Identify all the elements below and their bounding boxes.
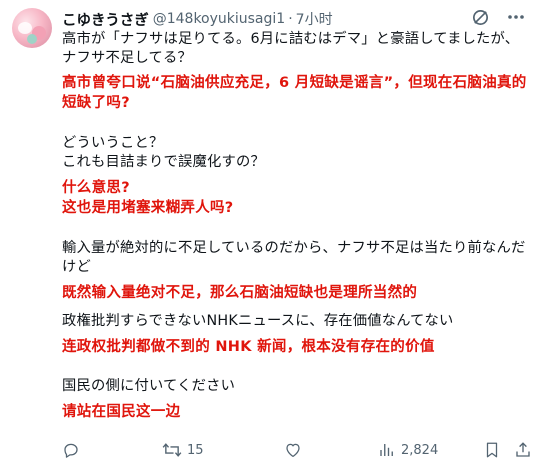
- bookmark-icon: [486, 442, 498, 458]
- reply-icon: [64, 443, 78, 458]
- jp-text: 国民の側に付いてください: [62, 378, 236, 394]
- views-icon: [380, 444, 393, 456]
- paragraph-2: どういうこと？ これも目詰まりで誤魔化すの？ 什么意思? 这也是用堵塞来糊弄人吗…: [62, 134, 527, 218]
- heart-icon: [286, 443, 300, 458]
- views-count: 2,824: [401, 442, 439, 458]
- handle[interactable]: @148koyukiusagi1: [153, 11, 285, 27]
- avatar[interactable]: [12, 8, 52, 48]
- jp-text: これも目詰まりで誤魔化すの？: [62, 154, 265, 170]
- translation-text: 请站在国民这一边: [62, 404, 181, 420]
- views-button[interactable]: 2,824: [378, 441, 438, 459]
- repost-icon: [162, 443, 182, 457]
- repost-count: 15: [187, 442, 204, 458]
- paragraph-5: 国民の側に付いてください 请站在国民这一边: [62, 377, 527, 422]
- repost-button[interactable]: 15: [162, 441, 204, 459]
- jp-text: 高市が「ナフサは足りてる。6月に詰むはデマ」と豪語してましたが、ナフサ不足してる…: [62, 31, 520, 66]
- tweet: こゆきうさぎ @148koyukiusagi1 · 7小时 高市が「ナフサは足り…: [0, 0, 541, 466]
- display-name[interactable]: こゆきうさぎ: [62, 9, 149, 30]
- translation-text: 高市曾夸口说“石脑油供应充足，6 月短缺是谣言”，但现在石脑油真的短缺了吗?: [62, 75, 527, 111]
- bookmark-button[interactable]: [484, 441, 500, 459]
- separator-dot: ·: [288, 11, 293, 27]
- timestamp[interactable]: 7小时: [296, 9, 333, 29]
- action-bar: 15 2,824: [62, 440, 532, 460]
- grok-icon[interactable]: [469, 6, 491, 28]
- like-button[interactable]: [284, 441, 307, 459]
- translation-text: 什么意思?: [62, 180, 130, 196]
- translation-text: 连政权批判都做不到的 NHK 新闻，根本没有存在的价值: [62, 339, 435, 355]
- share-button[interactable]: [514, 441, 532, 459]
- jp-text: 輸入量が絶対的に不足しているのだから、ナフサ不足は当たり前なんだけど: [62, 240, 526, 275]
- share-icon: [516, 442, 530, 457]
- header-actions: [469, 6, 527, 28]
- translation-text: 既然输入量绝对不足，那么石脑油短缺也是理所当然的: [62, 285, 418, 301]
- jp-text: 政権批判すらできないNHKニュースに、存在価値なんてない: [62, 313, 454, 329]
- reply-button[interactable]: [62, 441, 85, 459]
- jp-text: どういうこと？: [62, 135, 164, 151]
- translation-text: 这也是用堵塞来糊弄人吗?: [62, 200, 234, 216]
- paragraph-1: 高市が「ナフサは足りてる。6月に詰むはデマ」と豪語してましたが、ナフサ不足してる…: [62, 30, 527, 113]
- paragraph-4: 政権批判すらできないNHKニュースに、存在価値なんてない 连政权批判都做不到的 …: [62, 312, 527, 357]
- tweet-header: こゆきうさぎ @148koyukiusagi1 · 7小时: [62, 9, 333, 29]
- more-icon[interactable]: [505, 6, 527, 28]
- paragraph-3: 輸入量が絶対的に不足しているのだから、ナフサ不足は当たり前なんだけど 既然输入量…: [62, 239, 527, 303]
